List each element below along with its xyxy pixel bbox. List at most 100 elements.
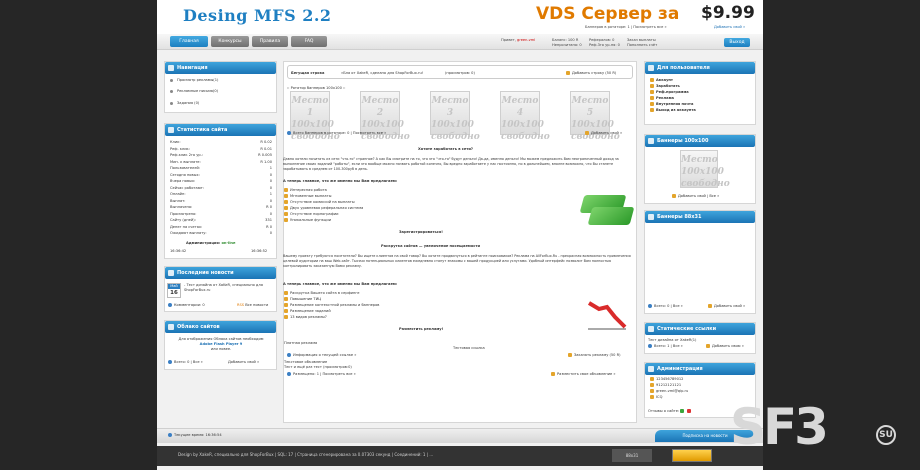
text-ads-line[interactable]: Тест и ещё раз тест (просмотров:0): [284, 365, 352, 369]
banner-place-3[interactable]: Место 3 100x100 свободно: [430, 91, 480, 142]
add-own-link[interactable]: Добавить свой »: [714, 25, 745, 29]
stat-label: Денег на счетах:: [170, 224, 203, 229]
info-icon: [287, 372, 291, 376]
username-link[interactable]: green-vml: [517, 38, 535, 42]
admin-contact[interactable]: ICQ: [650, 395, 662, 399]
navigation-box: Навигация: [164, 61, 277, 113]
banner-88-add[interactable]: Добавить свой »: [708, 304, 745, 308]
add-icon: [566, 71, 570, 75]
info-icon: [287, 131, 291, 135]
offer-item: Раскрутка Вашего сайта в серфинге: [284, 291, 359, 295]
earn-title: Хотите заработать в сети?: [418, 147, 473, 151]
all-news-link[interactable]: RSS Все новости: [237, 303, 268, 307]
tab-rules[interactable]: Правила: [252, 36, 288, 47]
banners-88-box: Баннеры 88х31: [644, 210, 756, 314]
logout-button[interactable]: Выход: [724, 38, 750, 47]
folder-icon: [284, 309, 288, 313]
admin-contact[interactable]: green-vml@qip.ru: [650, 389, 688, 393]
paid-test-link[interactable]: Тестовая ссылка: [453, 346, 485, 350]
money-icon-2: [587, 207, 635, 225]
news-item[interactable]: - Тест дизайна от XaKeR, специально для …: [184, 283, 276, 293]
nav-item-view-ads[interactable]: Просмотр рекламы(1): [170, 78, 218, 82]
ticker-add[interactable]: Добавить строку (50 R): [566, 71, 616, 75]
tab-faq[interactable]: FAQ: [291, 36, 327, 47]
vds-banner-text[interactable]: VDS Сервер за: [536, 4, 679, 24]
order-payout-link[interactable]: Заказ выплаты: [627, 38, 656, 42]
cloud-add-link[interactable]: Добавить свой »: [228, 360, 259, 364]
rotator-total[interactable]: Всего баннеров в ротаторе: 0 | Посмотрет…: [287, 131, 386, 135]
bullet-icon: [170, 78, 173, 82]
banner-100-add[interactable]: Добавить свой | Все »: [672, 194, 719, 198]
rotator-count-link[interactable]: Баннеров в ротаторе: 1 | Посмотреть все …: [585, 25, 667, 29]
user-menu-item[interactable]: Реф.программа: [650, 90, 689, 94]
news-comments[interactable]: Комментарии: 0: [168, 303, 205, 307]
replenish-link[interactable]: Пополнить счёт: [627, 43, 657, 47]
positive-icon: [680, 409, 685, 413]
menu-icon: [650, 102, 654, 106]
text-ads-count[interactable]: Размещено: 1 | Посмотреть все »: [287, 372, 356, 376]
stat-label: Вчера новых:: [170, 179, 196, 183]
banner-place-4[interactable]: Место 4 100x100 свободно: [500, 91, 550, 142]
tab-home[interactable]: Главная: [170, 36, 208, 47]
nav-item-tasks[interactable]: Задания (0): [170, 101, 199, 105]
user-menu-item[interactable]: Реклама: [650, 96, 674, 100]
user-menu-item[interactable]: Заработать: [650, 84, 680, 88]
reviews[interactable]: Отзывы о сайте:: [648, 409, 693, 413]
nav-item-ad-letters[interactable]: Рекламные письма(0): [170, 89, 218, 93]
static-total[interactable]: Всего: 1 | Все »: [648, 344, 683, 348]
menu-icon: [650, 108, 654, 112]
admin-contact[interactable]: 91212121121: [650, 383, 681, 387]
user-icon: [648, 65, 654, 71]
footer-button[interactable]: [672, 449, 712, 462]
stat-label: Сегодня новых:: [170, 172, 200, 177]
user-menu-item[interactable]: Аккаунт: [650, 78, 673, 82]
offer-item: Отсутствие комиссий на выплаты: [284, 200, 355, 204]
contact-icon: [650, 383, 654, 387]
server-time-2: 16:36:52: [251, 249, 268, 253]
static-links-title: Статические ссылки: [645, 323, 755, 335]
tab-contests[interactable]: Конкурсы: [211, 36, 249, 47]
vds-banner-price[interactable]: $9.99: [701, 3, 755, 23]
info-icon: [168, 360, 172, 364]
stat-value: R 0.02: [260, 140, 272, 144]
site-logo[interactable]: Desing MFS 2.2: [183, 6, 332, 25]
ref-level-stat: Реф.3го ур-ня: 0: [589, 43, 620, 47]
calendar-icon: Май 16: [167, 283, 181, 298]
ticker-text[interactable]: »Бла от XakeR, сделано для ShopForBux.ru…: [341, 71, 423, 75]
stat-value: R 1.00: [260, 159, 272, 164]
add-icon: [551, 372, 555, 376]
paid-order[interactable]: Заказать рекламу (50 R): [568, 353, 621, 357]
banner-100-place[interactable]: Место 100х100 свободно: [680, 150, 730, 189]
banner-place-5[interactable]: Место 5 100x100 свободно: [570, 91, 620, 142]
menu-icon: [650, 90, 654, 94]
admin-status: Администрация: on-line: [186, 241, 236, 245]
stat-label: Ожидают выплату:: [170, 231, 207, 235]
static-link-item[interactable]: Тест дизайна от XakeR(1): [648, 338, 696, 342]
banner-place-2[interactable]: Место 2 100x100 свободно: [360, 91, 410, 142]
news-icon: [168, 270, 174, 276]
rotator-add-link[interactable]: Добавить свой »: [585, 131, 622, 135]
folder-icon: [284, 297, 288, 301]
stat-value: 0: [269, 172, 272, 177]
stat-label: Онлайн:: [170, 192, 186, 196]
comment-icon: [168, 303, 172, 307]
stat-value: 1: [269, 166, 272, 170]
banner-88-total[interactable]: Всего: 0 | Все »: [648, 304, 683, 308]
paid-info[interactable]: Информация о текущей ссылке »: [287, 353, 356, 357]
banner-place-1[interactable]: Место 1 100x100 свободно: [290, 91, 340, 142]
flash-link[interactable]: Adobe Flash Player 9: [200, 342, 243, 346]
admin-contact[interactable]: 123456789012: [650, 377, 683, 381]
watermark-logo: SF3: [730, 398, 829, 456]
offer-item: Интересная работа: [284, 188, 327, 192]
user-menu-item[interactable]: Внутренняя почта: [650, 102, 693, 106]
cloud-total[interactable]: Всего: 0 | Все »: [168, 360, 203, 364]
greeting: Привет, green-vml: [501, 38, 536, 42]
footer-counter[interactable]: 88x31: [612, 449, 652, 462]
stat-value: R 0.005: [258, 153, 272, 157]
register-link[interactable]: Зарегистрироваться!: [399, 230, 443, 234]
static-add[interactable]: Добавить свою »: [706, 344, 744, 348]
text-ads-add[interactable]: Разместить свое объявление »: [551, 372, 616, 376]
user-menu-item[interactable]: Выход из аккаунта: [650, 108, 696, 112]
add-icon: [708, 304, 712, 308]
advertise-link[interactable]: Разместить рекламу!: [399, 327, 443, 331]
